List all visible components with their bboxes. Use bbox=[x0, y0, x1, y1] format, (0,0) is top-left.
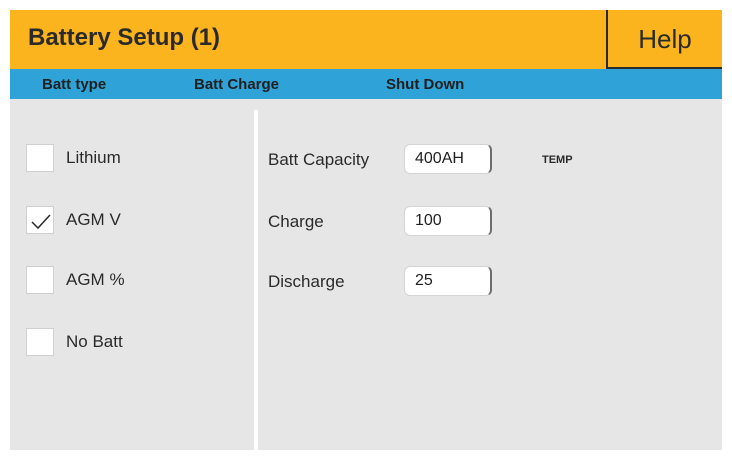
tab-batt-charge[interactable]: Batt Charge bbox=[194, 76, 279, 93]
tab-bar: Batt type Batt Charge Shut Down bbox=[10, 69, 722, 99]
batt-capacity-field[interactable]: 400AH bbox=[404, 144, 492, 174]
charge-label: Charge bbox=[268, 212, 324, 231]
no-batt-checkbox[interactable] bbox=[26, 328, 54, 356]
lithium-checkbox[interactable] bbox=[26, 144, 54, 172]
battery-setup-screen: Battery Setup (1) Help Batt type Batt Ch… bbox=[10, 10, 722, 450]
charge-field[interactable]: 100 bbox=[404, 206, 492, 236]
page-title: Battery Setup (1) bbox=[28, 24, 221, 51]
checkmark-icon bbox=[31, 214, 51, 230]
discharge-field[interactable]: 25 bbox=[404, 266, 492, 296]
help-button[interactable]: Help bbox=[606, 10, 722, 69]
column-divider bbox=[254, 110, 258, 450]
agm-percent-checkbox[interactable] bbox=[26, 266, 54, 294]
agm-percent-label: AGM % bbox=[66, 270, 125, 289]
tab-shut-down[interactable]: Shut Down bbox=[386, 76, 464, 93]
no-batt-label: No Batt bbox=[66, 332, 123, 351]
title-bar: Battery Setup (1) Help bbox=[10, 10, 722, 69]
agm-v-label: AGM V bbox=[66, 210, 121, 229]
lithium-label: Lithium bbox=[66, 148, 121, 167]
batt-capacity-label: Batt Capacity bbox=[268, 150, 370, 169]
discharge-label: Discharge bbox=[268, 272, 345, 291]
temp-label: TEMP bbox=[542, 154, 573, 166]
agm-v-checkbox[interactable] bbox=[26, 206, 54, 234]
help-button-label: Help bbox=[638, 24, 692, 54]
tab-batt-type[interactable]: Batt type bbox=[42, 76, 106, 93]
